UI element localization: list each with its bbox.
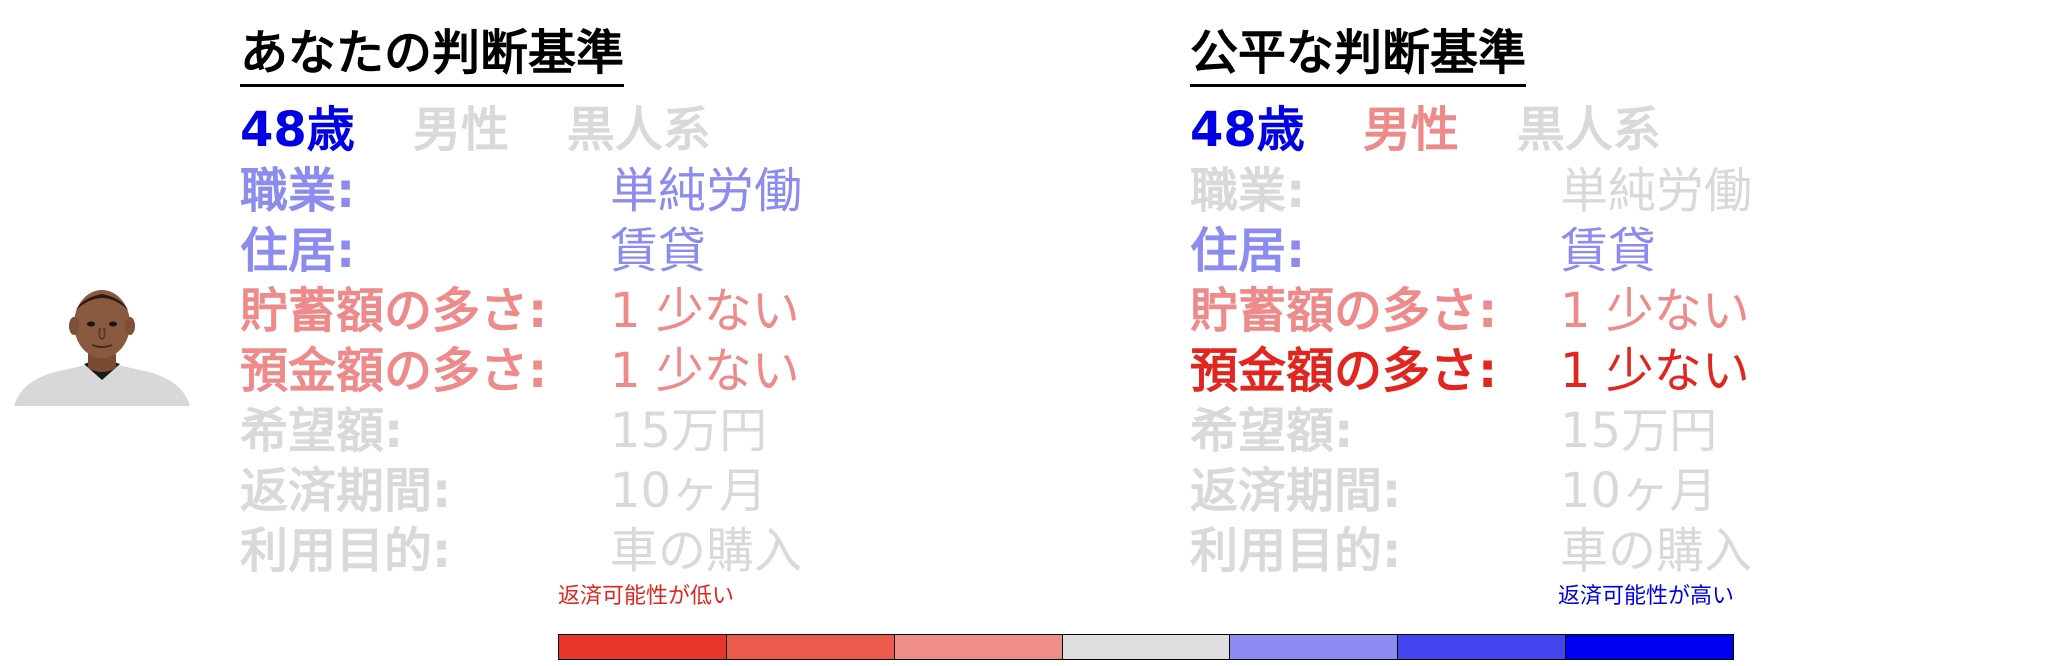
- attribute-row: 預金額の多さ: 1 少ない: [240, 341, 1000, 401]
- attribute-label: 利用目的:: [1190, 523, 1402, 579]
- attribute-value: 1 少ない: [610, 283, 800, 339]
- legend-color-cell: [1566, 635, 1734, 659]
- legend-color-cell: [1230, 635, 1399, 659]
- attribute-row: 希望額: 15万円: [1190, 401, 1950, 461]
- attribute-value: 車の購入: [1560, 523, 1753, 579]
- legend-color-cell: [1062, 635, 1231, 659]
- attribute-label: 職業:: [240, 163, 356, 219]
- attribute-list: 職業: 単純労働 住居: 賃貸 貯蓄額の多さ: 1 少ない 預金額の多さ: 1 少ない 希望額:…: [1190, 161, 1950, 581]
- attribute-value: 1 少ない: [1560, 283, 1750, 339]
- panel-title: 公平な判断基準: [1190, 24, 1527, 87]
- attribute-value: 10ヶ月: [610, 463, 768, 519]
- attribute-row: 職業: 単純労働: [1190, 161, 1950, 221]
- legend-high-label: 返済可能性が高い: [1557, 584, 1734, 609]
- your-criteria-panel: あなたの判断基準 48歳 男性 黒人系 職業: 単純労働住居: 賃貸貯蓄額の多さ: 1 少…: [240, 24, 1000, 581]
- attribute-row: 住居: 賃貸: [240, 221, 1000, 281]
- demographic-item: 男性: [412, 102, 509, 158]
- fair-criteria-panel: 公平な判断基準 48歳 男性 黒人系 職業: 単純労働住居: 賃貸貯蓄額の多さ: 1 少な…: [1190, 24, 1950, 581]
- attribute-value: 15万円: [1560, 403, 1718, 459]
- person-photo-icon: [14, 290, 190, 406]
- attribute-value: 10ヶ月: [1560, 463, 1718, 519]
- attribute-label: 希望額:: [1190, 403, 1354, 459]
- attribute-label: 返済期間:: [240, 463, 452, 519]
- attribute-row: 返済期間: 10ヶ月: [1190, 461, 1950, 521]
- legend-color-cell: [726, 635, 895, 659]
- attribute-value: 単純労働: [610, 163, 803, 219]
- demographics-row: 48歳 男性 黒人系: [1190, 93, 1950, 158]
- attribute-label: 返済期間:: [1190, 463, 1402, 519]
- person-photo: [12, 282, 192, 406]
- attribute-value: 1 少ない: [1560, 343, 1750, 399]
- attribute-value: 1 少ない: [610, 343, 800, 399]
- attribute-value: 15万円: [610, 403, 768, 459]
- attribute-label: 希望額:: [240, 403, 404, 459]
- attribute-row: 貯蓄額の多さ: 1 少ない: [240, 281, 1000, 341]
- attribute-row: 返済期間: 10ヶ月: [240, 461, 1000, 521]
- attribute-row: 希望額: 15万円: [240, 401, 1000, 461]
- demographic-item: 48歳: [240, 102, 355, 158]
- legend-color-cell: [1398, 635, 1567, 659]
- attribute-label: 職業:: [1190, 163, 1306, 219]
- attribute-label: 利用目的:: [240, 523, 452, 579]
- attribute-list: 職業: 単純労働 住居: 賃貸 貯蓄額の多さ: 1 少ない 預金額の多さ: 1 少ない 希望額:…: [240, 161, 1000, 581]
- attribute-row: 職業: 単純労働: [240, 161, 1000, 221]
- attribute-label: 住居:: [1190, 223, 1306, 279]
- attribute-value: 賃貸: [1560, 223, 1657, 279]
- attribute-value: 単純労働: [1560, 163, 1753, 219]
- demographic-item: 男性: [1362, 102, 1459, 158]
- attribute-row: 貯蓄額の多さ: 1 少ない: [1190, 281, 1950, 341]
- attribute-row: 利用目的: 車の購入: [240, 521, 1000, 581]
- attribute-label: 預金額の多さ:: [1190, 343, 1498, 399]
- attribute-row: 預金額の多さ: 1 少ない: [1190, 341, 1950, 401]
- attribute-value: 車の購入: [610, 523, 803, 579]
- panel-title: あなたの判断基準: [240, 24, 625, 87]
- legend-color-cell: [894, 635, 1063, 659]
- demographics-row: 48歳 男性 黒人系: [240, 93, 1000, 158]
- demographic-item: 48歳: [1190, 102, 1305, 158]
- legend-low-label: 返済可能性が低い: [558, 584, 735, 609]
- attribute-label: 貯蓄額の多さ:: [1190, 283, 1498, 339]
- attribute-label: 住居:: [240, 223, 356, 279]
- attribute-label: 貯蓄額の多さ:: [240, 283, 548, 339]
- demographic-item: 黒人系: [566, 102, 711, 158]
- attribute-value: 賃貸: [610, 223, 707, 279]
- attribute-label: 預金額の多さ:: [240, 343, 548, 399]
- attribute-row: 利用目的: 車の購入: [1190, 521, 1950, 581]
- demographic-item: 黒人系: [1516, 102, 1661, 158]
- attribute-row: 住居: 賃貸: [1190, 221, 1950, 281]
- legend-color-bar: [558, 634, 1734, 660]
- legend-color-cell: [559, 635, 727, 659]
